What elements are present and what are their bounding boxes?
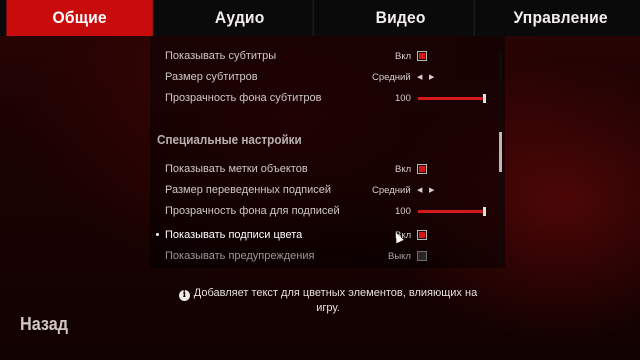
- setting-row-color-captions[interactable]: Показывать подписи цвета: [156, 225, 485, 245]
- setting-label: Показывать предупреждения: [165, 250, 315, 262]
- checkbox-fill: [419, 53, 425, 59]
- captions-bg-opacity-slider[interactable]: [418, 207, 486, 216]
- slider-knob[interactable]: [483, 94, 486, 103]
- scrollbar[interactable]: [499, 50, 502, 264]
- arrow-left-icon[interactable]: ◀: [417, 73, 422, 81]
- setting-row-subtitle-size[interactable]: Размер субтитров: [165, 67, 485, 87]
- checkbox-fill: [419, 166, 425, 172]
- hint-text: Добавляет текст для цветных элементов, в…: [193, 287, 478, 314]
- setting-label: Показывать метки объектов: [165, 163, 308, 175]
- slider-fill: [418, 97, 485, 100]
- arrow-left-icon[interactable]: ◀: [417, 186, 422, 194]
- setting-label: Размер субтитров: [165, 71, 258, 83]
- scrollbar-thumb[interactable]: [499, 132, 502, 172]
- setting-label: Показывать субтитры: [165, 50, 277, 62]
- arrow-right-icon[interactable]: ▶: [429, 186, 434, 194]
- tab-controls[interactable]: Управление: [487, 0, 634, 36]
- subtitles-checkbox[interactable]: [417, 51, 427, 61]
- captions-bg-opacity-value: 100: [395, 206, 411, 217]
- selection-bullet: [156, 233, 159, 236]
- settings-panel: Показывать субтитры Вкл Размер субтитров…: [150, 36, 505, 268]
- translated-captions-size-value: Средний: [372, 185, 411, 196]
- subtitle-bg-opacity-value: 100: [395, 93, 411, 104]
- subtitle-bg-opacity-slider[interactable]: [418, 94, 486, 103]
- setting-label: Размер переведенных подписей: [165, 184, 332, 196]
- color-captions-checkbox[interactable]: [417, 230, 427, 240]
- setting-description: i Добавляет текст для цветных элементов, …: [168, 286, 488, 316]
- object-markers-value: Вкл: [395, 164, 412, 175]
- tab-audio[interactable]: Аудио: [167, 0, 315, 36]
- slider-fill: [418, 210, 485, 213]
- subtitles-value: Вкл: [395, 51, 412, 62]
- setting-label: Показывать подписи цвета: [165, 229, 303, 241]
- tab-video[interactable]: Видео: [327, 0, 475, 36]
- setting-row-object-markers[interactable]: Показывать метки объектов: [165, 159, 485, 179]
- setting-row-translated-captions-size[interactable]: Размер переведенных подписей: [165, 180, 485, 200]
- setting-row-subtitles[interactable]: Показывать субтитры: [165, 46, 485, 66]
- object-markers-checkbox[interactable]: [417, 164, 427, 174]
- warnings-checkbox[interactable]: [417, 251, 427, 261]
- tab-general[interactable]: Общие: [6, 0, 154, 36]
- checkbox-fill: [419, 232, 425, 238]
- section-title: Специальные настройки: [157, 132, 302, 147]
- arrow-right-icon[interactable]: ▶: [429, 73, 434, 81]
- subtitle-size-value: Средний: [372, 72, 411, 83]
- setting-row-warnings[interactable]: Показывать предупреждения: [165, 246, 485, 266]
- back-button[interactable]: Назад: [20, 314, 68, 335]
- warnings-value: Выкл: [388, 251, 411, 262]
- info-icon: i: [178, 290, 190, 301]
- slider-knob[interactable]: [483, 207, 486, 216]
- tab-bar: Общие Аудио Видео Управление: [0, 0, 640, 36]
